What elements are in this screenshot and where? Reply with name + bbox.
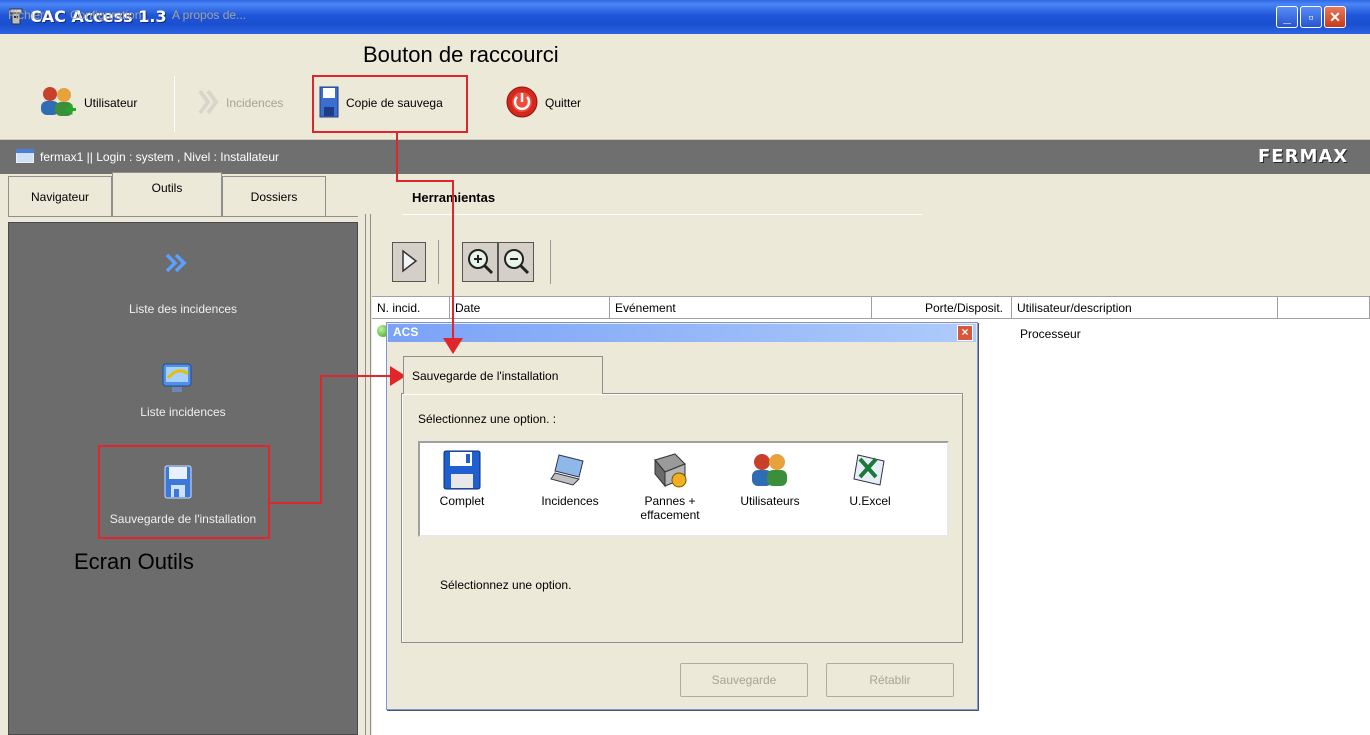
monitor-sync-icon[interactable] [160,360,196,399]
annotation-connector [396,133,398,181]
column-header-extra[interactable] [1278,297,1370,319]
window-icon [15,148,35,166]
option-pannes-label: Pannes + effacement [640,494,700,522]
maximize-button[interactable]: ▫ [1300,6,1322,28]
dialog-prompt: Sélectionnez une option. : [418,412,557,426]
double-chevron-icon[interactable] [164,252,188,277]
splitter[interactable] [365,214,371,735]
annotation-connector [320,375,322,504]
option-incidences-label: Incidences [541,494,599,508]
excel-icon [828,446,912,494]
zoom-in-button[interactable] [462,242,498,282]
users-add-icon [38,84,78,123]
column-header-date[interactable]: Date [450,297,610,319]
annotation-shortcut-box [312,75,468,133]
toolbar-separator [174,76,175,132]
annotation-connector [320,375,392,377]
annotation-tools-screen: Ecran Outils [74,549,194,574]
option-complet[interactable]: Complet [420,446,504,508]
column-header-utilisateur[interactable]: Utilisateur/description [1012,297,1278,319]
option-utilisateurs-label: Utilisateurs [740,494,800,508]
tab-navigateur[interactable]: Navigateur [8,176,112,216]
tab-divider [8,216,358,217]
menu-fichier[interactable]: Fichier [8,8,44,22]
tab-outils[interactable]: Outils [112,172,222,216]
play-icon [400,248,418,276]
toolbar-separator [438,240,439,284]
dialog-title: ACS [393,325,419,339]
users-icon [728,446,812,494]
option-complet-label: Complet [439,494,485,508]
annotation-tools-box [98,445,270,539]
dialog-title-bar [388,324,976,342]
annotation-shortcut: Bouton de raccourci [363,42,559,67]
minimize-button[interactable]: _ [1276,6,1298,28]
fermax-logo: FERMAX [1258,146,1349,167]
menu-bar [0,34,1370,64]
laptop-icon [528,446,612,494]
incidences-label: Incidences [226,96,284,110]
play-button[interactable] [392,242,426,282]
annotation-connector [270,502,322,504]
floppy-disk-icon [420,446,504,494]
liste-incidences-label[interactable]: Liste incidences [8,405,358,419]
utilisateur-label: Utilisateur [84,96,138,110]
annotation-connector [452,180,454,340]
liste-des-incidences-label[interactable]: Liste des incidences [8,302,358,316]
retablir-button[interactable]: Rétablir [826,663,954,697]
option-utilisateurs[interactable]: Utilisateurs [728,446,812,508]
toolbar-separator [550,240,551,284]
zoom-out-icon [502,247,530,278]
tab-dossiers[interactable]: Dossiers [222,176,326,216]
close-button[interactable]: ✕ [1324,6,1346,28]
option-pannes[interactable]: Pannes + effacement [628,446,712,522]
zoom-out-button[interactable] [498,242,534,282]
herramientas-underline [402,214,922,215]
incidences-button[interactable]: Incidences [194,78,283,128]
option-incidences[interactable]: Incidences [528,446,612,508]
incidences-icon [194,87,220,120]
annotation-arrowhead [443,338,463,354]
dialog-tab-sauvegarde[interactable]: Sauvegarde de l'installation [403,356,603,394]
dialog-close-button[interactable]: × [957,325,973,341]
sauvegarde-button[interactable]: Sauvegarde [680,663,808,697]
column-header-n-incid[interactable]: N. incid. [372,297,450,319]
device-icon [628,446,712,494]
menu-a-propos[interactable]: A propos de... [172,8,246,22]
annotation-connector [396,180,453,182]
row-description[interactable]: Processeur [1020,327,1081,341]
status-text: fermax1 || Login : system , Nivel : Inst… [40,150,279,164]
quitter-button[interactable]: Quitter [505,78,581,128]
power-icon [505,85,539,122]
column-header-porte[interactable]: Porte/Disposit. [872,297,1012,319]
option-u-excel[interactable]: U.Excel [828,446,912,508]
option-u-excel-label: U.Excel [849,494,891,508]
menu-configuration[interactable]: Configuration [70,8,141,22]
utilisateur-button[interactable]: Utilisateur [38,78,137,128]
zoom-in-icon [466,247,494,278]
dialog-message: Sélectionnez une option. [440,578,572,592]
column-header-evenement[interactable]: Evénement [610,297,872,319]
quitter-label: Quitter [545,96,582,110]
